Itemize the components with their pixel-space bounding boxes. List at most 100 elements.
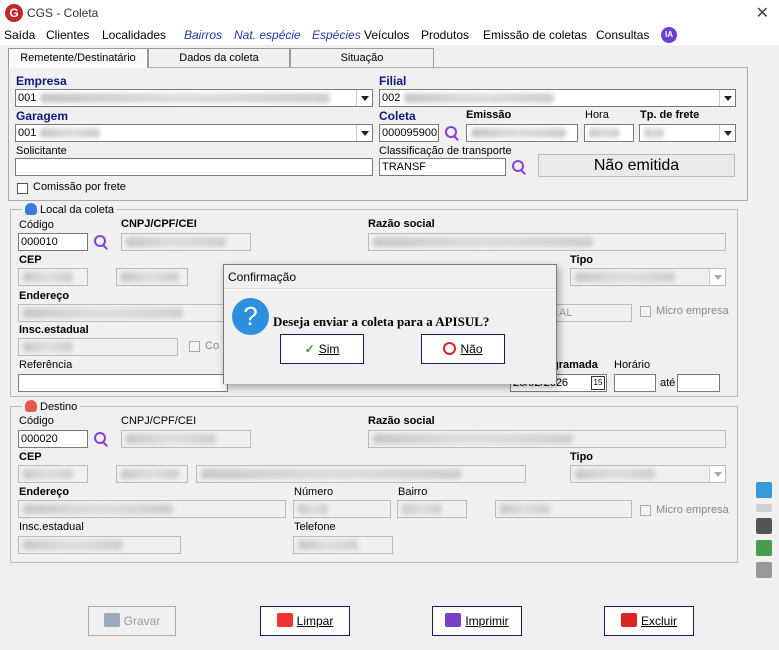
- origem-cep-field: [18, 268, 88, 286]
- origem-codigo-field[interactable]: 000010: [18, 233, 88, 251]
- chevron-down-icon[interactable]: [356, 90, 372, 106]
- tab-remetente[interactable]: Remetente/Destinatário: [8, 48, 148, 68]
- destino-endereco-label: Endereço: [19, 486, 70, 498]
- calendar-icon[interactable]: 15: [591, 376, 605, 390]
- nao-button[interactable]: Não: [421, 334, 505, 364]
- printer-icon: [445, 613, 462, 627]
- gravar-button[interactable]: Gravar: [88, 606, 176, 636]
- limpar-button[interactable]: Limpar: [260, 606, 350, 636]
- frete-select[interactable]: [639, 124, 736, 142]
- origem-contribuinte-checkbox: [189, 341, 200, 352]
- hora-field[interactable]: [584, 124, 634, 142]
- menu-emissao[interactable]: Emissão de coletas: [483, 28, 587, 42]
- menu-bar: Saída Clientes Localidades Bairros Nat. …: [0, 27, 779, 45]
- emissao-field[interactable]: [466, 124, 578, 142]
- horario-label: Horário: [614, 359, 651, 371]
- cep-label: CEP: [19, 254, 42, 266]
- menu-bairros[interactable]: Bairros: [184, 28, 222, 42]
- menu-localidades[interactable]: Localidades: [102, 28, 166, 42]
- person-icon: [25, 203, 37, 215]
- tab-dados-coleta[interactable]: Dados da coleta: [148, 48, 290, 67]
- destino-razao-field: [368, 430, 726, 448]
- destino-tipo-select: [570, 465, 726, 483]
- chevron-down-icon[interactable]: [719, 90, 735, 106]
- micro-label: Micro empresa: [656, 305, 729, 317]
- telefone-label: Telefone: [294, 521, 336, 533]
- destino-cnpj-label: CNPJ/CPF/CEI: [121, 415, 197, 427]
- cancel-icon: [443, 342, 457, 355]
- menu-clientes[interactable]: Clientes: [46, 28, 89, 42]
- filial-select[interactable]: 002: [379, 89, 736, 107]
- local-coleta-legend: Local da coleta: [22, 203, 117, 216]
- users-icon[interactable]: [756, 540, 772, 556]
- classificacao-field[interactable]: TRANSF: [379, 158, 506, 176]
- ia-badge-icon[interactable]: IA: [661, 27, 677, 43]
- dialog-title: Confirmação: [224, 265, 556, 289]
- garagem-select[interactable]: 001: [15, 124, 373, 142]
- ciot-icon[interactable]: [756, 504, 772, 512]
- origem-insc-field: [18, 338, 178, 356]
- menu-especies[interactable]: Espécies: [312, 28, 361, 42]
- insc-label: Insc.estadual: [19, 324, 89, 336]
- chevron-down-icon[interactable]: [356, 125, 372, 141]
- origem-endereco-field: [18, 304, 224, 322]
- imprimir-button[interactable]: Imprimir: [432, 606, 522, 636]
- coleta-field[interactable]: 000095900: [379, 124, 439, 142]
- destino-micro-label: Micro empresa: [656, 504, 729, 516]
- destino-cidade-field: [196, 465, 526, 483]
- comissao-label: Comissão por frete: [33, 181, 126, 193]
- destino-cep-field: [18, 465, 88, 483]
- tab-situacao[interactable]: Situação: [290, 48, 434, 67]
- search-icon[interactable]: [444, 125, 460, 141]
- ate-label: até: [660, 377, 676, 389]
- search-icon[interactable]: [93, 431, 109, 447]
- dialog-message: Deseja enviar a coleta para a APISUL?: [273, 314, 490, 329]
- bairro-label: Bairro: [398, 486, 428, 498]
- chevron-down-icon[interactable]: [719, 125, 735, 141]
- solicitante-label: Solicitante: [16, 145, 67, 157]
- destino-razao-label: Razão social: [368, 415, 435, 427]
- menu-saida[interactable]: Saída: [4, 28, 35, 42]
- destino-codigo-field[interactable]: 000020: [18, 430, 88, 448]
- destino-telefone-field: [293, 536, 393, 554]
- search-icon[interactable]: [511, 159, 527, 175]
- menu-consultas[interactable]: Consultas: [596, 28, 649, 42]
- frete-label: Tp. de frete: [640, 109, 700, 121]
- destino-insc-label: Insc.estadual: [19, 521, 84, 533]
- garagem-label: Garagem: [16, 109, 69, 123]
- origem-micro-checkbox: [640, 306, 651, 317]
- menu-produtos[interactable]: Produtos: [421, 28, 469, 42]
- horario-inicio-field[interactable]: [614, 374, 656, 392]
- check-icon: ✓: [304, 342, 315, 356]
- codigo-label: Código: [19, 219, 54, 231]
- app-logo: G: [5, 4, 23, 22]
- chevron-down-icon: [709, 269, 725, 285]
- menu-nat-especie[interactable]: Nat. espécie: [234, 28, 301, 42]
- excluir-button[interactable]: Excluir: [604, 606, 694, 636]
- search-icon[interactable]: [93, 234, 109, 250]
- coleta-label: Coleta: [379, 109, 416, 123]
- comissao-checkbox[interactable]: [17, 183, 28, 194]
- horario-fim-field[interactable]: [677, 374, 720, 392]
- filial-label: Filial: [379, 74, 407, 88]
- user-edit-icon[interactable]: [756, 518, 772, 534]
- square-icon[interactable]: [756, 562, 772, 578]
- referencia-label: Referência: [19, 359, 73, 371]
- destino-tipo-label: Tipo: [570, 451, 594, 463]
- referencia-input[interactable]: [18, 374, 228, 392]
- dialog-body: ? Deseja enviar a coleta para a APISUL? …: [224, 290, 556, 384]
- close-icon[interactable]: ✕: [756, 3, 769, 23]
- window-title: CGS - Coleta: [27, 6, 99, 20]
- confirm-dialog: Confirmação ? Deseja enviar a coleta par…: [223, 264, 557, 384]
- globe-icon[interactable]: [756, 482, 772, 498]
- solicitante-input[interactable]: [15, 158, 373, 176]
- empresa-label: Empresa: [16, 74, 67, 88]
- destino-codigo-label: Código: [19, 415, 54, 427]
- sim-button[interactable]: ✓ Sim: [280, 334, 364, 364]
- destino-bairro-nome-field: [495, 500, 632, 518]
- origem-consulta-button: [116, 268, 188, 286]
- classificacao-label: Classificação de transporte: [379, 145, 512, 157]
- empresa-select[interactable]: 001: [15, 89, 373, 107]
- razao-label: Razão social: [368, 218, 435, 230]
- menu-veiculos[interactable]: Veículos: [364, 28, 409, 42]
